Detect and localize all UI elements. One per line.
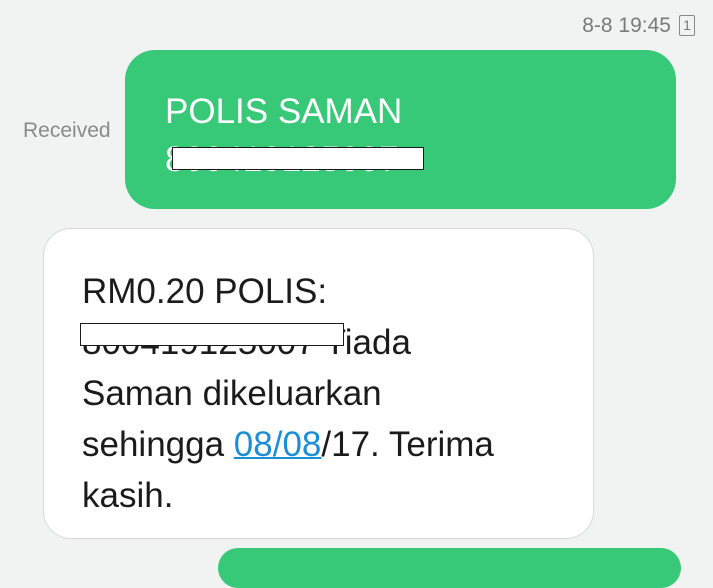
- sent-message-bubble[interactable]: POLIS SAMAN 800419125007: [125, 50, 676, 209]
- sim-card-icon: 1: [679, 15, 695, 36]
- received-message-line5: kasih.: [82, 476, 174, 515]
- redaction-box: [80, 323, 344, 346]
- message-timestamp: 8-8 19:45: [582, 14, 671, 38]
- received-message-line4-suffix: /17. Terima: [321, 425, 494, 464]
- sent-message-line1: POLIS SAMAN: [165, 92, 403, 131]
- received-message-line1: RM0.20 POLIS:: [82, 272, 328, 311]
- received-message-line4: sehingga 08/08/17. Terima: [82, 419, 563, 470]
- received-message-line3: Saman dikeluarkan: [82, 374, 382, 413]
- redaction-box: [172, 147, 424, 170]
- received-message-line4-prefix: sehingga: [82, 425, 234, 464]
- message-status-label: Received: [23, 119, 111, 142]
- next-sent-message-bubble[interactable]: [218, 548, 681, 588]
- received-message-bubble[interactable]: RM0.20 POLIS: 800419125007 Tiada Saman d…: [43, 228, 594, 539]
- date-link[interactable]: 08/08: [234, 425, 322, 464]
- timestamp-text: 8-8 19:45: [582, 14, 671, 37]
